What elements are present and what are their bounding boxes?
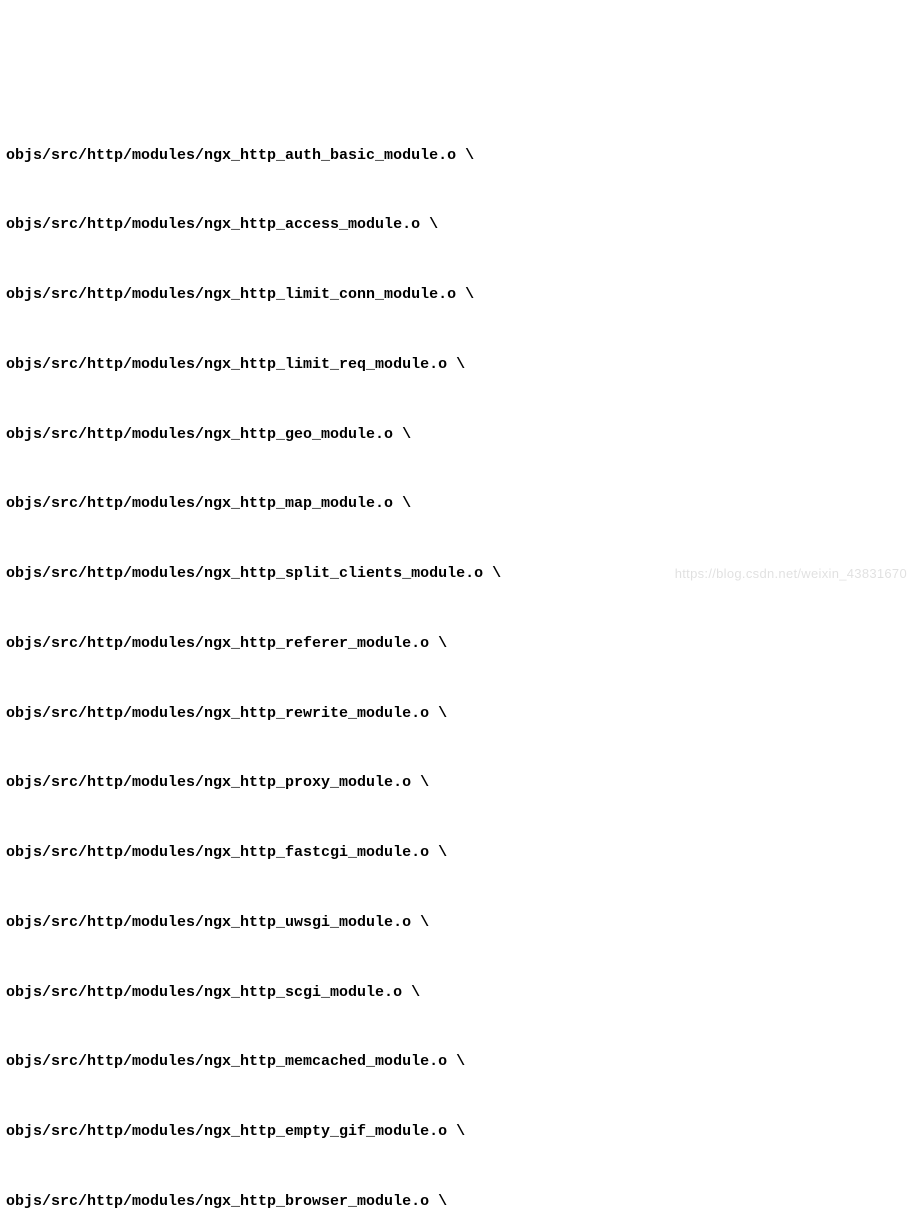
terminal-line: objs/src/http/modules/ngx_http_rewrite_m…: [6, 702, 909, 725]
terminal-line: objs/src/http/modules/ngx_http_fastcgi_m…: [6, 841, 909, 864]
terminal-line: objs/src/http/modules/ngx_http_uwsgi_mod…: [6, 911, 909, 934]
terminal-line: objs/src/http/modules/ngx_http_empty_gif…: [6, 1120, 909, 1143]
terminal-line: objs/src/http/modules/ngx_http_memcached…: [6, 1050, 909, 1073]
terminal-line: objs/src/http/modules/ngx_http_browser_m…: [6, 1190, 909, 1208]
terminal-line: objs/src/http/modules/ngx_http_access_mo…: [6, 213, 909, 236]
terminal-line: objs/src/http/modules/ngx_http_geo_modul…: [6, 423, 909, 446]
terminal-line: objs/src/http/modules/ngx_http_map_modul…: [6, 492, 909, 515]
terminal-line: objs/src/http/modules/ngx_http_referer_m…: [6, 632, 909, 655]
terminal-line: objs/src/http/modules/ngx_http_auth_basi…: [6, 144, 909, 167]
terminal-line: objs/src/http/modules/ngx_http_proxy_mod…: [6, 771, 909, 794]
terminal-output: objs/src/http/modules/ngx_http_auth_basi…: [6, 97, 909, 1208]
terminal-line: objs/src/http/modules/ngx_http_scgi_modu…: [6, 981, 909, 1004]
terminal-line: objs/src/http/modules/ngx_http_limit_req…: [6, 353, 909, 376]
terminal-line: objs/src/http/modules/ngx_http_limit_con…: [6, 283, 909, 306]
terminal-line: objs/src/http/modules/ngx_http_split_cli…: [6, 562, 909, 585]
